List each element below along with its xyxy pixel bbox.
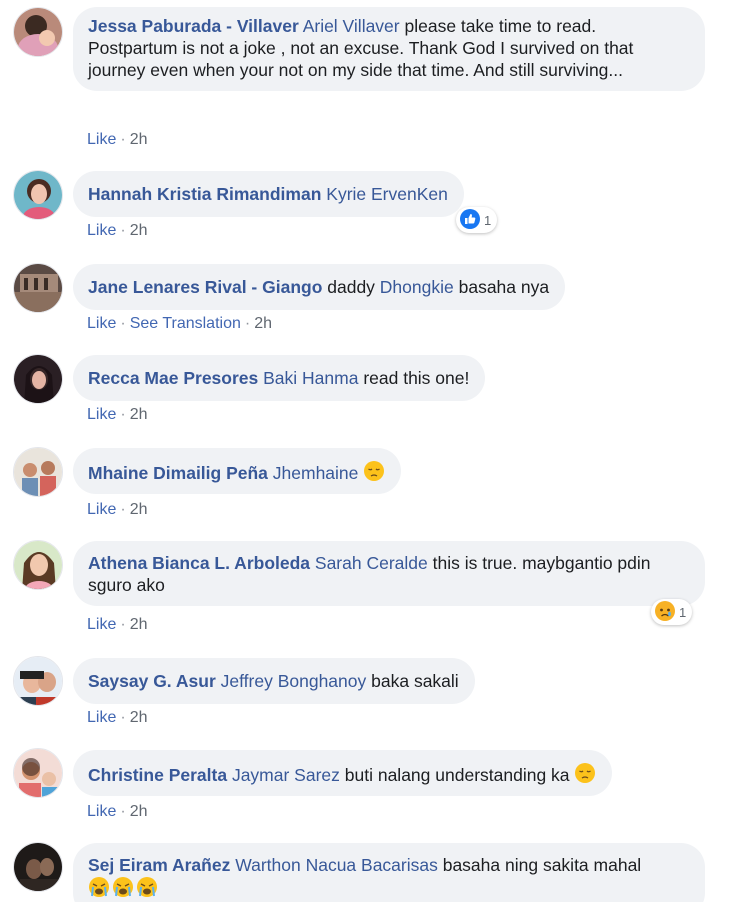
mention-link[interactable]: Kyrie ErvenKen <box>326 184 448 204</box>
avatar[interactable] <box>13 263 63 313</box>
comment-text: buti nalang understanding ka <box>339 765 575 785</box>
like-reaction-icon <box>459 208 481 233</box>
comment-bubble: Sej Eiram Arañez Warthon Nacua Bacarisas… <box>73 843 705 902</box>
avatar[interactable] <box>13 540 63 590</box>
like-link[interactable]: Like <box>87 222 116 239</box>
comment-author[interactable]: Jessa Paburada - Villaver <box>88 16 299 36</box>
reaction-count: 1 <box>484 212 492 228</box>
comment-bubble: Jessa Paburada - Villaver Ariel Villaver… <box>73 7 705 91</box>
avatar[interactable] <box>13 170 63 220</box>
comment-text: basaha ning sakita mahal <box>437 855 642 875</box>
separator-dot: · <box>120 131 126 148</box>
timestamp[interactable]: 2h <box>130 131 148 148</box>
comment-bubble: Saysay G. Asur Jeffrey Bonghanoy baka sa… <box>73 658 475 704</box>
like-link[interactable]: Like <box>87 501 116 518</box>
separator-dot: · <box>120 803 126 820</box>
separator-dot: · <box>120 222 126 239</box>
like-link[interactable]: Like <box>87 131 116 148</box>
comment-actions: Like · 2h <box>87 615 147 635</box>
separator-dot: · <box>120 406 126 423</box>
comment-author[interactable]: Mhaine Dimailig Peña <box>88 463 268 483</box>
comment-actions: Like · 2h <box>87 130 147 150</box>
mention-link[interactable]: Baki Hanma <box>263 368 358 388</box>
avatar[interactable] <box>13 447 63 497</box>
mention-link[interactable]: Jeffrey Bonghanoy <box>221 671 367 691</box>
timestamp[interactable]: 2h <box>254 315 272 332</box>
crying-face-icon <box>88 876 160 902</box>
comment-bubble: Athena Bianca L. Arboleda Sarah Ceralde … <box>73 541 705 606</box>
comment-bubble: Hannah Kristia Rimandiman Kyrie ErvenKen <box>73 171 464 217</box>
separator-dot: · <box>120 501 126 518</box>
mention-link[interactable]: Ariel Villaver <box>303 16 400 36</box>
comment-author[interactable]: Athena Bianca L. Arboleda <box>88 553 310 573</box>
like-link[interactable]: Like <box>87 616 116 633</box>
mention-link[interactable]: Sarah Ceralde <box>315 553 428 573</box>
comment-actions: Like · 2h <box>87 500 147 520</box>
mention-link[interactable]: Jaymar Sarez <box>232 765 340 785</box>
comment-author[interactable]: Jane Lenares Rival - Giango <box>88 277 322 297</box>
separator-dot: · <box>120 616 126 633</box>
comment-author[interactable]: Sej Eiram Arañez <box>88 855 230 875</box>
avatar[interactable] <box>13 7 63 57</box>
comment-actions: Like · 2h <box>87 221 147 241</box>
sad-reaction-icon <box>654 600 676 625</box>
like-link[interactable]: Like <box>87 406 116 423</box>
comment-bubble: Recca Mae Presores Baki Hanma read this … <box>73 355 486 401</box>
comment-author[interactable]: Hannah Kristia Rimandiman <box>88 184 321 204</box>
comment-author[interactable]: Recca Mae Presores <box>88 368 258 388</box>
timestamp[interactable]: 2h <box>130 709 148 726</box>
reaction-badge[interactable]: 1 <box>651 599 693 625</box>
separator-dot: · <box>244 315 251 332</box>
timestamp[interactable]: 2h <box>130 616 148 633</box>
avatar[interactable] <box>13 354 63 404</box>
like-link[interactable]: Like <box>87 315 116 332</box>
comment-bubble: Christine Peralta Jaymar Sarez buti nala… <box>73 750 613 796</box>
pensive-face-icon <box>574 762 596 789</box>
comment-author[interactable]: Saysay G. Asur <box>88 671 216 691</box>
comment-bubble: Jane Lenares Rival - Giango daddy Dhongk… <box>73 264 566 310</box>
mention-link[interactable]: Jhemhaine <box>273 463 359 483</box>
mention-link[interactable]: Warthon Nacua Bacarisas <box>235 855 438 875</box>
timestamp[interactable]: 2h <box>130 222 148 239</box>
comment-author[interactable]: Christine Peralta <box>88 765 227 785</box>
avatar[interactable] <box>13 656 63 706</box>
timestamp[interactable]: 2h <box>130 406 148 423</box>
like-link[interactable]: Like <box>87 709 116 726</box>
avatar[interactable] <box>13 842 63 892</box>
like-link[interactable]: Like <box>87 803 116 820</box>
comment-text: daddy <box>322 277 380 297</box>
comment-actions: Like · 2h <box>87 708 147 728</box>
comment-text: read this one! <box>358 368 470 388</box>
timestamp[interactable]: 2h <box>130 803 148 820</box>
avatar[interactable] <box>13 748 63 798</box>
comment-actions: Like · See Translation · 2h <box>87 314 272 334</box>
comment-text: basaha nya <box>453 277 550 297</box>
timestamp[interactable]: 2h <box>130 501 148 518</box>
reaction-badge[interactable]: 1 <box>456 207 498 233</box>
comment-bubble: Mhaine Dimailig Peña Jhemhaine <box>73 448 402 494</box>
separator-dot: · <box>120 709 126 726</box>
separator-dot: · <box>120 315 126 332</box>
reaction-count: 1 <box>679 604 687 620</box>
pensive-face-icon <box>363 460 385 487</box>
comment-actions: Like · 2h <box>87 802 147 822</box>
comment-actions: Like · 2h <box>87 405 147 425</box>
mention-link[interactable]: Dhongkie <box>380 277 454 297</box>
see-translation-link[interactable]: See Translation <box>130 315 241 332</box>
comment-text: baka sakali <box>366 671 459 691</box>
